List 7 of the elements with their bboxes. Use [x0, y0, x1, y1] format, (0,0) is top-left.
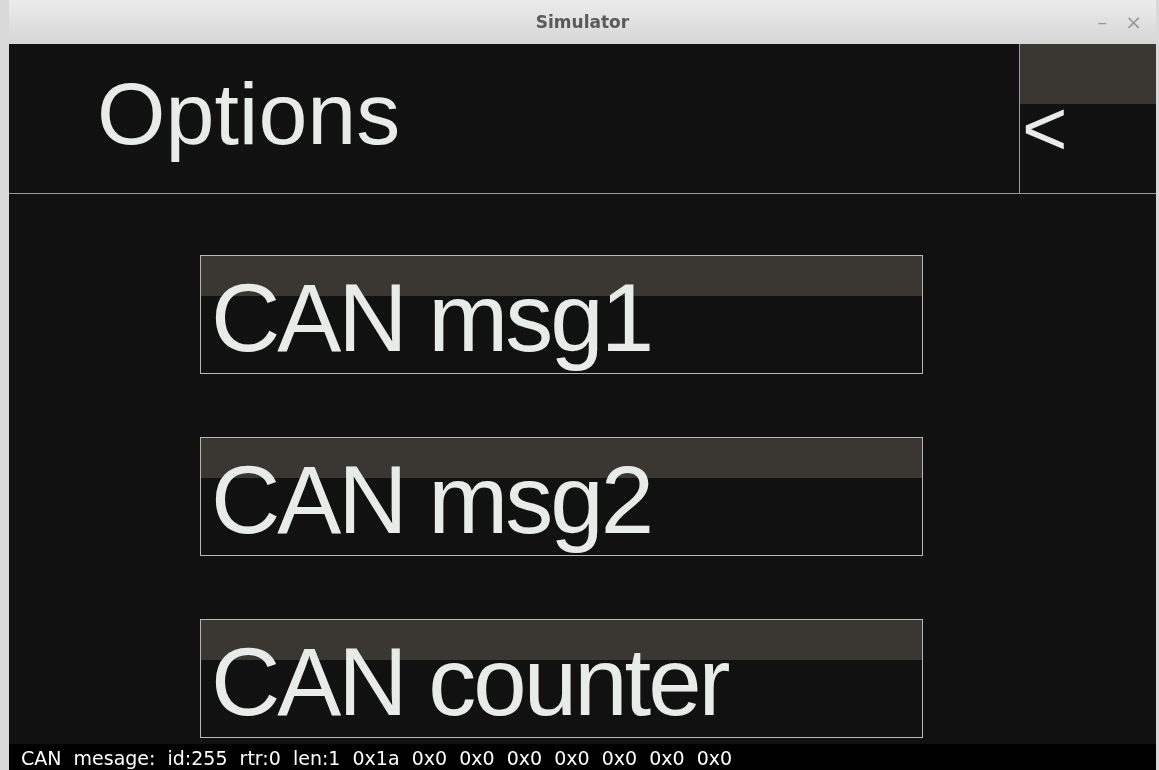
status-bar: CAN mesage: id:255 rtr:0 len:1 0x1a 0x0 0x0 0x0 0x0 0x0 0x0 0x0	[9, 744, 1156, 770]
menu-button[interactable]: CAN counter	[200, 619, 923, 738]
menu-button[interactable]: CAN msg1	[200, 255, 923, 374]
page-title: Options	[96, 63, 402, 165]
window-title: Simulator	[535, 12, 630, 32]
menu-button[interactable]: CAN msg2	[200, 437, 923, 556]
back-button[interactable]: <	[1019, 44, 1156, 193]
